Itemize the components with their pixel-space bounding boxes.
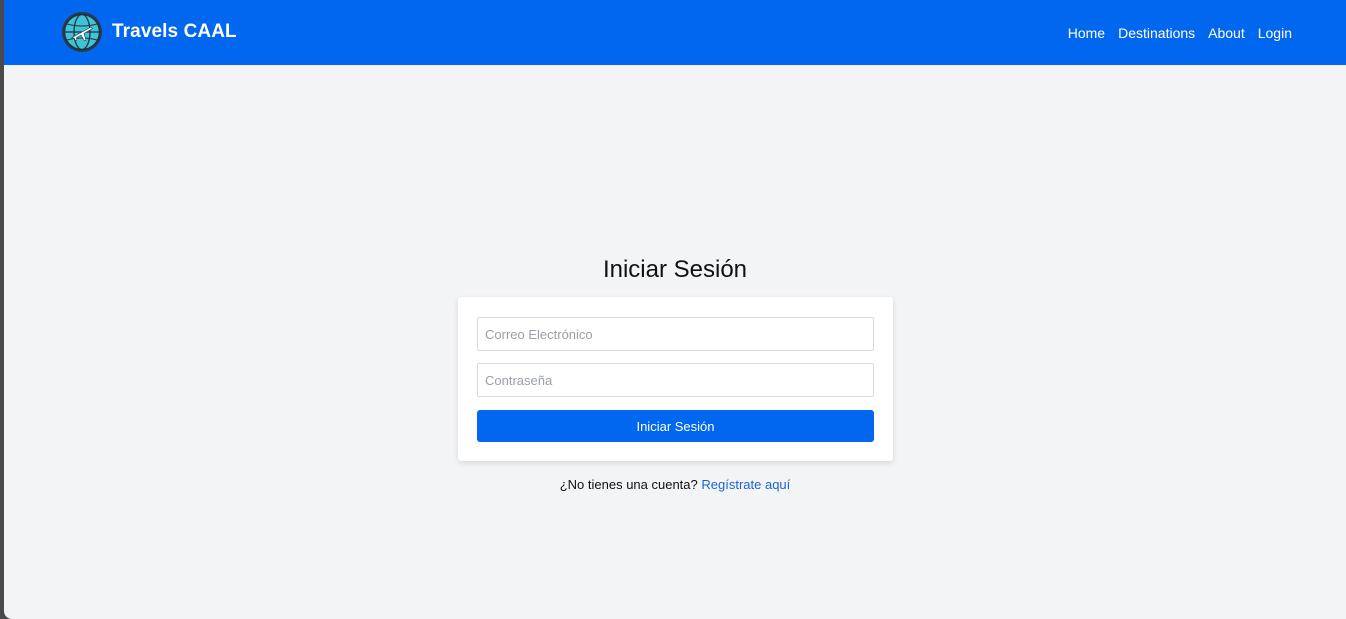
- login-submit-button[interactable]: Iniciar Sesión: [477, 410, 874, 442]
- login-form-card: Iniciar Sesión: [458, 297, 893, 461]
- page-title: Iniciar Sesión: [602, 256, 748, 283]
- brand-home-link[interactable]: Travels CAAL: [61, 12, 237, 52]
- register-prompt-text: ¿No tienes una cuenta?: [559, 477, 698, 492]
- register-prompt-line: ¿No tienes una cuenta? Regístrate aquí: [4, 477, 1346, 492]
- brand-name: Travels CAAL: [112, 21, 237, 42]
- globe-airplane-icon: [62, 12, 102, 52]
- main-nav: Home Destinations About Login: [1055, 0, 1292, 65]
- nav-destinations-link[interactable]: Destinations: [1118, 25, 1195, 41]
- nav-login-link[interactable]: Login: [1258, 25, 1292, 41]
- browser-viewport: Travels CAAL Home Destinations About Log…: [4, 0, 1346, 619]
- email-field[interactable]: [477, 317, 874, 351]
- password-field[interactable]: [477, 363, 874, 397]
- top-navbar: Travels CAAL Home Destinations About Log…: [4, 0, 1346, 65]
- nav-about-link[interactable]: About: [1208, 25, 1245, 41]
- register-link[interactable]: Regístrate aquí: [701, 477, 790, 492]
- nav-home-link[interactable]: Home: [1068, 25, 1105, 41]
